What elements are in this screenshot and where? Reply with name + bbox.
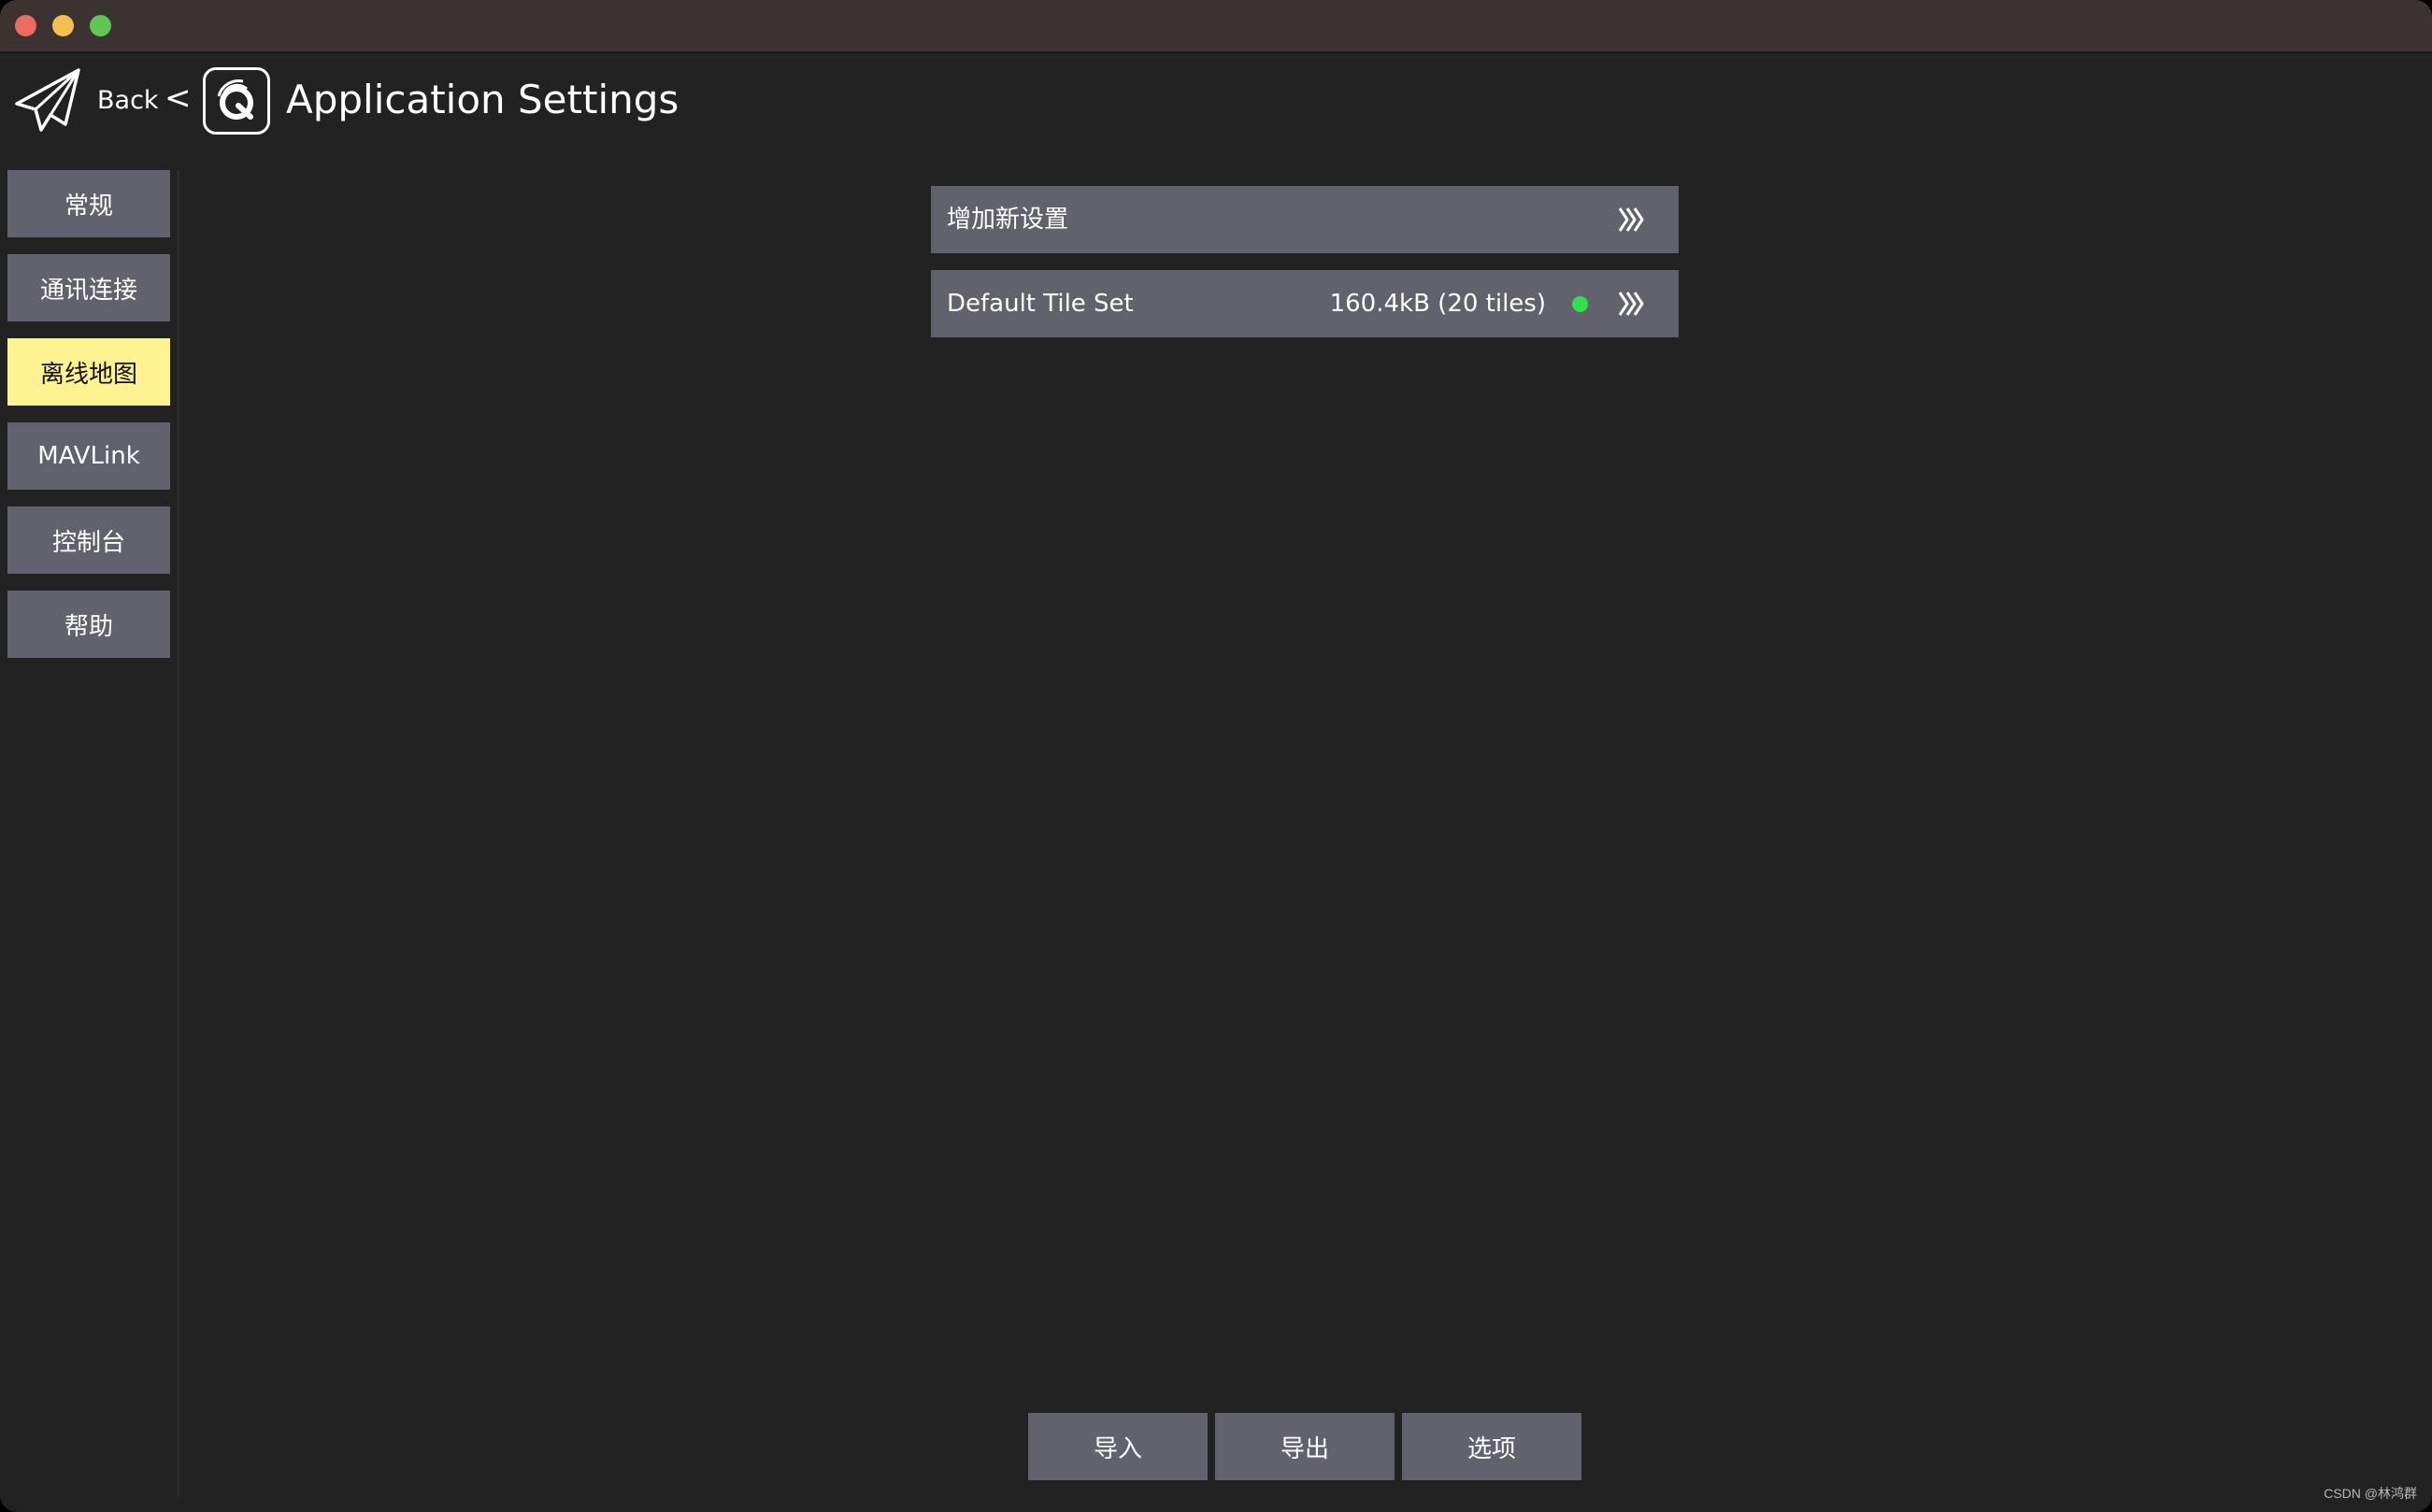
sidebar-item-general[interactable]: 常规 [7, 170, 170, 237]
minimize-window-button[interactable] [52, 15, 74, 36]
settings-sidebar: 常规 通讯连接 离线地图 MAVLink 控制台 帮助 [7, 170, 170, 675]
back-button-label[interactable]: Back [97, 85, 159, 117]
add-new-set-label: 增加新设置 [947, 206, 1069, 234]
toolbar: Back < Application Settings [0, 53, 2432, 156]
sidebar-item-comm-links[interactable]: 通讯连接 [7, 254, 170, 321]
triple-chevron-right-icon [1618, 207, 1644, 232]
tile-set-size: 160.4kB (20 tiles) [1329, 290, 1546, 318]
maximize-window-button[interactable] [90, 15, 111, 36]
watermark: CSDN @林鸿群 [2324, 1486, 2417, 1501]
sidebar-item-offline-maps[interactable]: 离线地图 [7, 338, 170, 406]
sidebar-item-console[interactable]: 控制台 [7, 506, 170, 574]
page-title: Application Settings [286, 77, 680, 122]
close-window-button[interactable] [15, 15, 36, 36]
options-button[interactable]: 选项 [1402, 1413, 1581, 1480]
title-bar [0, 0, 2432, 53]
tile-set-name: Default Tile Set [947, 290, 1134, 318]
application-window: Back < Application Settings 常规 通讯连接 离线地图… [0, 0, 2432, 1512]
paper-plane-icon[interactable] [13, 66, 82, 136]
default-tile-set-row[interactable]: Default Tile Set 160.4kB (20 tiles) [931, 270, 1679, 337]
qgc-logo-icon [203, 67, 270, 135]
add-new-set-row[interactable]: 增加新设置 [931, 186, 1679, 253]
export-button[interactable]: 导出 [1215, 1413, 1395, 1480]
chevron-left-icon: < [165, 79, 192, 117]
sidebar-divider [178, 170, 179, 1497]
import-button[interactable]: 导入 [1028, 1413, 1208, 1480]
sidebar-item-mavlink[interactable]: MAVLink [7, 422, 170, 490]
triple-chevron-right-icon [1618, 292, 1644, 316]
sidebar-item-help[interactable]: 帮助 [7, 591, 170, 658]
download-complete-status-dot [1572, 296, 1588, 312]
